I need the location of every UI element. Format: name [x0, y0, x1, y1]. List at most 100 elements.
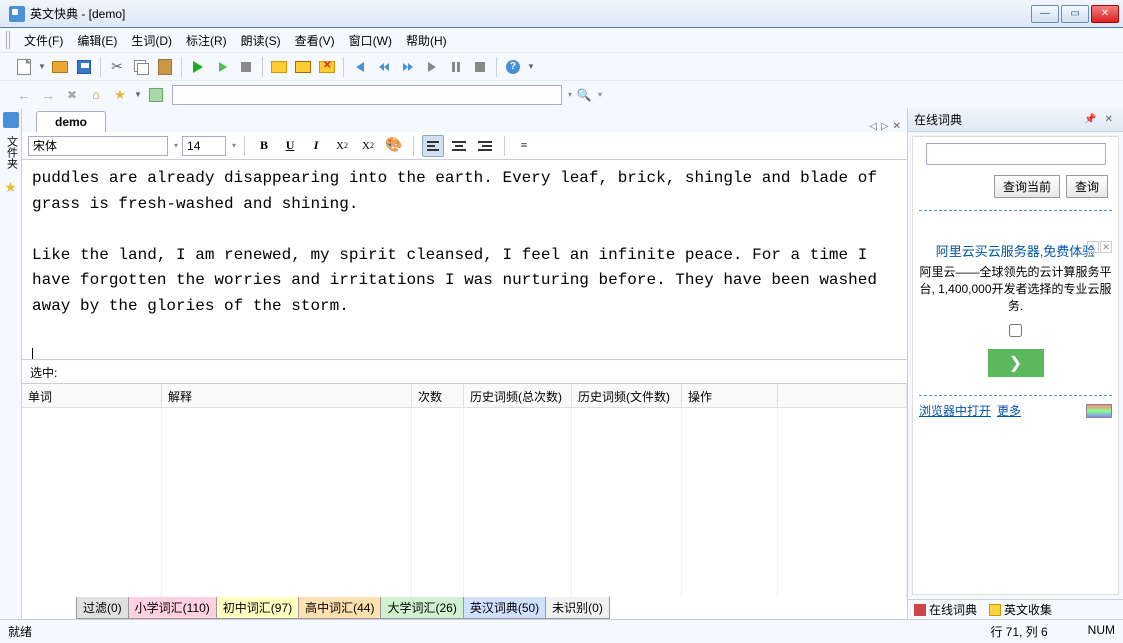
help-dropdown[interactable]: ▼ [525, 62, 537, 71]
highlight-button[interactable] [268, 56, 290, 78]
stop-button[interactable] [235, 56, 257, 78]
back-button[interactable]: ← [13, 84, 35, 106]
dict-search-input[interactable] [926, 143, 1106, 165]
font-dropdown[interactable]: ▾ [174, 141, 178, 150]
search-dropdown[interactable]: ▾ [598, 90, 602, 99]
pin-icon[interactable]: 📌 [1084, 114, 1096, 125]
size-select[interactable]: 14 [182, 136, 226, 156]
tab-en-collect[interactable]: 英文收集 [983, 600, 1058, 619]
maximize-button[interactable]: ▭ [1061, 5, 1089, 23]
search-current-button[interactable]: 查询当前 [994, 175, 1060, 198]
tab-unknown[interactable]: 未识别(0) [545, 597, 610, 619]
col-hist-total[interactable]: 历史词频(总次数) [464, 384, 572, 407]
align-right-button[interactable] [474, 135, 496, 157]
open-button[interactable] [49, 56, 71, 78]
size-dropdown[interactable]: ▾ [232, 141, 236, 150]
font-name: 宋体 [33, 137, 57, 154]
help-button[interactable]: ? [502, 56, 524, 78]
ad-info-icon[interactable]: i [1087, 241, 1099, 253]
run2-button[interactable] [211, 56, 233, 78]
media-play-button[interactable] [421, 56, 443, 78]
menu-file[interactable]: 文件(F) [18, 30, 69, 51]
px-icon [149, 88, 163, 102]
run-button[interactable] [187, 56, 209, 78]
tab-dict[interactable]: 英汉词典(50) [463, 597, 546, 619]
media-pause-button[interactable] [445, 56, 467, 78]
forward-button[interactable]: → [37, 84, 59, 106]
col-count[interactable]: 次数 [412, 384, 464, 407]
ad-close-icon[interactable]: ✕ [1100, 241, 1112, 253]
address-input[interactable] [172, 85, 562, 105]
col-action[interactable]: 操作 [682, 384, 778, 407]
align-center-button[interactable] [448, 135, 470, 157]
cut-button[interactable]: ✂ [106, 56, 128, 78]
menu-help[interactable]: 帮助(H) [400, 30, 453, 51]
search-button[interactable]: 🔍 [573, 84, 595, 106]
minimize-button[interactable]: — [1031, 5, 1059, 23]
new-button[interactable] [13, 56, 35, 78]
list-button[interactable]: ≡ [513, 135, 535, 157]
cn22-badge[interactable] [1086, 404, 1112, 418]
media-stop-button[interactable] [469, 56, 491, 78]
tab-close[interactable]: ✕ [893, 121, 901, 132]
menu-view[interactable]: 查看(V) [289, 30, 341, 51]
color-button[interactable]: 🎨 [383, 135, 405, 157]
new-dropdown[interactable]: ▼ [36, 62, 48, 71]
tab-primary[interactable]: 小学词汇(110) [128, 597, 217, 619]
save-button[interactable] [73, 56, 95, 78]
favorites-button[interactable]: ★ [109, 84, 131, 106]
col-def[interactable]: 解释 [162, 384, 412, 407]
px-button[interactable] [145, 84, 167, 106]
tab-college[interactable]: 大学词汇(26) [380, 597, 463, 619]
align-left-button[interactable] [422, 135, 444, 157]
bold-button[interactable]: B [253, 135, 275, 157]
paste-button[interactable] [154, 56, 176, 78]
tab-prev[interactable]: ◁ [869, 121, 877, 132]
subscript-button[interactable]: X2 [331, 135, 353, 157]
underline-button[interactable]: U [279, 135, 301, 157]
menu-words[interactable]: 生词(D) [125, 30, 178, 51]
menu-window[interactable]: 窗口(W) [343, 30, 398, 51]
menu-read[interactable]: 朗读(S) [235, 30, 287, 51]
toolbar-grip[interactable] [6, 31, 12, 49]
ad-checkbox[interactable] [1009, 324, 1022, 337]
menu-edit[interactable]: 编辑(E) [71, 30, 123, 51]
panel-close-icon[interactable]: ✕ [1105, 114, 1113, 125]
tab-demo[interactable]: demo [36, 111, 106, 132]
ad-title[interactable]: 阿里云买云服务器,免费体验 i ✕ [919, 241, 1112, 260]
italic-button[interactable]: I [305, 135, 327, 157]
clear-highlight-button[interactable] [316, 56, 338, 78]
more-link[interactable]: 更多 [997, 402, 1021, 419]
media-rew-button[interactable] [373, 56, 395, 78]
folder-panel-icon[interactable] [3, 112, 19, 128]
text-editor[interactable]: puddles are already disappearing into th… [22, 160, 907, 360]
word-table-body[interactable] [22, 408, 907, 597]
menu-annot[interactable]: 标注(R) [180, 30, 233, 51]
col-hist-files[interactable]: 历史词频(文件数) [572, 384, 682, 407]
tab-next[interactable]: ▷ [881, 121, 889, 132]
ad-go-button[interactable]: ❯ [988, 349, 1044, 377]
superscript-button[interactable]: X2 [357, 135, 379, 157]
toolbar-grip[interactable] [6, 58, 12, 76]
home-button[interactable]: ⌂ [85, 84, 107, 106]
col-word[interactable]: 单词 [22, 384, 162, 407]
font-select[interactable]: 宋体 [28, 136, 168, 156]
highlight2-button[interactable] [292, 56, 314, 78]
address-dropdown[interactable]: ▾ [568, 90, 572, 99]
media-fwd-button[interactable] [397, 56, 419, 78]
tab-filter[interactable]: 过滤(0) [76, 597, 129, 619]
close-button[interactable]: ✕ [1091, 5, 1119, 23]
cancel-nav-button[interactable]: ✖ [61, 84, 83, 106]
media-prev-button[interactable] [349, 56, 371, 78]
tab-senior[interactable]: 高中词汇(44) [298, 597, 381, 619]
folder-panel-tab[interactable]: 文件夹 [2, 130, 20, 175]
copy-button[interactable] [130, 56, 152, 78]
favorites-panel-icon[interactable]: ★ [4, 179, 17, 196]
tab-junior[interactable]: 初中词汇(97) [216, 597, 299, 619]
search-button[interactable]: 查询 [1066, 175, 1108, 198]
tab-online-dict[interactable]: 在线词典 [908, 600, 983, 619]
fav-dropdown[interactable]: ▼ [132, 90, 144, 99]
open-browser-link[interactable]: 浏览器中打开 [919, 402, 991, 419]
word-table-header: 单词 解释 次数 历史词频(总次数) 历史词频(文件数) 操作 [22, 384, 907, 408]
toolbar-grip[interactable] [6, 86, 12, 104]
